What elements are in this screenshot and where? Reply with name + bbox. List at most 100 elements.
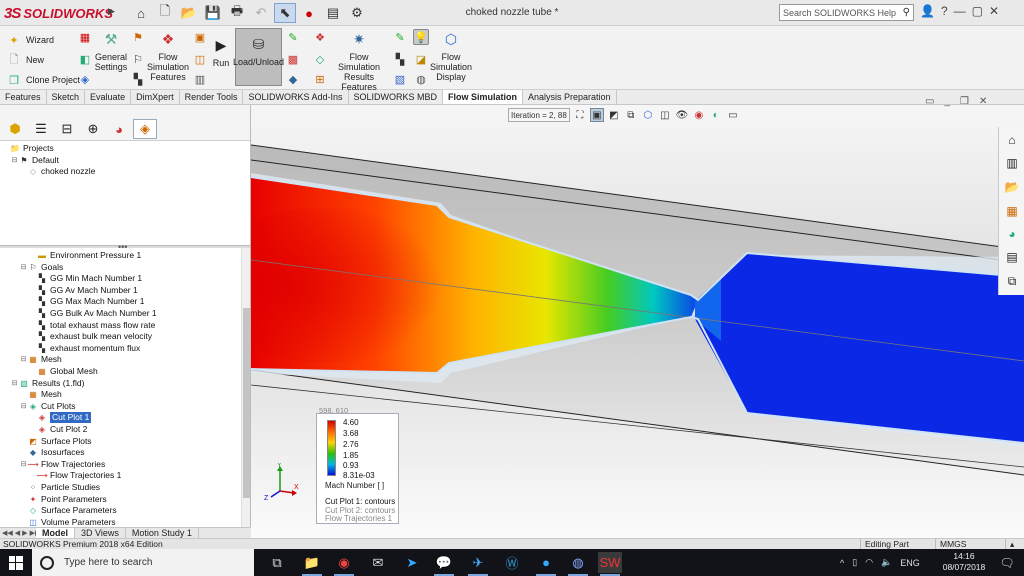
view-settings-icon[interactable]: ▭ (726, 108, 740, 122)
tree-node[interactable]: ▚ GG Max Mach Number 1 (29, 296, 145, 307)
user-icon[interactable]: 👤 (920, 4, 935, 18)
display-manager-tab-icon[interactable]: ◕ (107, 119, 131, 139)
edit-appearance-icon[interactable]: ◉ (692, 108, 706, 122)
solidworks-taskbar-icon[interactable]: SW (598, 552, 622, 576)
chrome-taskbar-icon[interactable]: ◉ (332, 552, 356, 576)
appearances-icon[interactable]: ◕ (1002, 224, 1022, 244)
rebuild-traffic-light-icon[interactable]: ● (298, 3, 320, 23)
bottom-tab-model[interactable]: Model (36, 528, 75, 538)
run-button[interactable]: ▶ Run (210, 34, 232, 68)
task-pane-home-icon[interactable]: ⌂ (1002, 130, 1022, 150)
property-manager-tab-icon[interactable]: ☰ (29, 119, 53, 139)
tree-node[interactable]: ▚ GG Av Mach Number 1 (29, 285, 138, 296)
bottom-tab-3d-views[interactable]: 3D Views (75, 528, 126, 538)
next-tab-icon[interactable]: ▶ (22, 529, 27, 537)
viewport-restore-icon[interactable]: ❐ (960, 96, 969, 107)
prev-tab-icon[interactable]: ◀ (15, 529, 20, 537)
dimxpert-tab-icon[interactable]: ⊕ (81, 119, 105, 139)
status-options-icon[interactable]: ▴ (1005, 539, 1014, 549)
new-project-button[interactable]: 🗋 New (6, 52, 44, 68)
viewport-minimize-icon[interactable]: _ (944, 96, 950, 107)
expand-toggle-icon[interactable]: ⊟ (20, 401, 27, 412)
tree-scrollbar[interactable] (241, 248, 250, 527)
goals-icon[interactable]: ⚐ (130, 51, 146, 67)
select-pointer-icon[interactable]: ⬉ (274, 3, 296, 23)
clone-project-button[interactable]: ❐ Clone Project (6, 72, 80, 88)
animation-icon[interactable]: ✎ (392, 29, 408, 45)
wechat-taskbar-icon[interactable]: 💬 (432, 552, 456, 576)
configuration-manager-tab-icon[interactable]: ⊟ (55, 119, 79, 139)
tab-evaluate[interactable]: Evaluate (85, 90, 132, 104)
tab-features[interactable]: Features (0, 90, 47, 104)
file-explorer-icon[interactable]: 📂 (1002, 177, 1022, 197)
tray-overflow-icon[interactable]: ^ (840, 558, 844, 568)
help-icon[interactable]: ? (941, 4, 948, 18)
goals-plot-icon[interactable]: ▚ (392, 51, 408, 67)
help-search-box[interactable]: Search SOLIDWORKS Help ⚲ (779, 4, 914, 21)
tree-node[interactable]: ⟿ Flow Trajectories 1 (29, 470, 121, 481)
restore-icon[interactable]: ▢ (972, 4, 983, 18)
apply-scene-icon[interactable]: ◐ (709, 108, 723, 122)
task-view-icon[interactable]: ⧉ (265, 552, 289, 573)
tree-node[interactable]: ◫ Volume Parameters (20, 517, 115, 527)
computational-domain-icon[interactable]: ▦ (77, 29, 93, 45)
save-icon[interactable]: 💾 (202, 3, 224, 23)
network-icon[interactable]: ▯ (852, 557, 857, 568)
show-mesh-icon[interactable]: ◫ (192, 51, 208, 67)
flow-simulation-tab-icon[interactable]: ◈ (133, 119, 157, 139)
display-style-icon[interactable]: ◫ (658, 108, 672, 122)
expand-toggle-icon[interactable]: ⊟ (11, 378, 18, 389)
tree-node[interactable]: ⊟ ▧ Results (1.fld) (11, 378, 85, 389)
search-icon[interactable]: ⚲ (900, 7, 913, 18)
file-properties-icon[interactable]: ▤ (322, 3, 344, 23)
wordpress-taskbar-icon[interactable]: Ⓦ (500, 552, 524, 573)
options-gear-icon[interactable]: ⚙ (346, 3, 368, 23)
transparency-icon[interactable]: ◍ (413, 71, 429, 87)
first-tab-icon[interactable]: ◀◀ (2, 529, 13, 537)
bottom-tab-motion-study-1[interactable]: Motion Study 1 (126, 528, 199, 538)
calc-control-icon[interactable]: ◈ (77, 71, 93, 87)
bird-app-taskbar-icon[interactable]: ✈ (466, 552, 490, 576)
mail-taskbar-icon[interactable]: ✉ (366, 552, 390, 573)
tree-node[interactable]: ◇ Surface Parameters (20, 505, 117, 516)
wifi-icon[interactable]: ◠ (865, 557, 873, 568)
tree-node[interactable]: ▚ total exhaust mass flow rate (29, 320, 155, 331)
tree-node[interactable]: ◈ Cut Plot 2 (29, 424, 87, 435)
tree-node[interactable]: ▚ exhaust momentum flux (29, 343, 140, 354)
search-input[interactable]: Search SOLIDWORKS Help (783, 8, 900, 18)
unit-system-status[interactable]: MMGS (935, 539, 966, 549)
tree-node[interactable]: ▚ GG Min Mach Number 1 (29, 273, 142, 284)
dynamic-annotation-icon[interactable]: ⧉ (624, 108, 638, 122)
flow-simulation-display-button[interactable]: ⬡ Flow Simulation Display (430, 28, 472, 82)
tree-node[interactable]: ▦ Mesh (20, 389, 62, 400)
tree-node[interactable]: 📁 Projects (2, 143, 54, 154)
close-icon[interactable]: ✕ (989, 4, 999, 18)
action-center-icon[interactable]: 🗨 (995, 552, 1019, 573)
load-unload-button[interactable]: ⛁ Load/Unload (233, 28, 284, 86)
display-mode-icon[interactable]: ◪ (413, 51, 429, 67)
tree-node[interactable]: ⊟ ⚐ Goals (20, 262, 64, 273)
tab-solidworks-mbd[interactable]: SOLIDWORKS MBD (349, 90, 444, 104)
tree-node[interactable]: ⊟ ⚑ Default (11, 155, 59, 166)
hide-show-items-icon[interactable]: 👁 (675, 108, 689, 122)
checker-flag-icon[interactable]: ▚ (130, 71, 146, 87)
report-icon[interactable]: ▧ (392, 71, 408, 87)
custom-properties-icon[interactable]: ▤ (1002, 247, 1022, 267)
open-folder-icon[interactable]: 📂 (178, 3, 200, 23)
tree-node[interactable]: ◈ Cut Plot 1 (29, 412, 92, 424)
point-param-tool-icon[interactable]: ◇ (312, 51, 328, 67)
tab-sketch[interactable]: Sketch (47, 90, 86, 104)
tree-splitter[interactable]: ••• (0, 242, 250, 252)
taskbar-search-box[interactable]: Type here to search (32, 549, 254, 576)
tree-node[interactable]: ◆ Isosurfaces (20, 447, 85, 458)
input-language[interactable]: ENG (900, 558, 920, 568)
isosurface-tool-icon[interactable]: ◆ (285, 71, 301, 87)
volume-icon[interactable]: 🔈 (881, 557, 892, 568)
xy-plot-tool-icon[interactable]: ⊞ (312, 71, 328, 87)
mesh-settings-icon[interactable]: ▣ (192, 29, 208, 45)
boundary-condition-icon[interactable]: ⚑ (130, 29, 146, 45)
solidworks-logo[interactable]: 3S SOLIDWORKS (4, 4, 113, 22)
general-settings-button[interactable]: ⚒ General Settings (95, 28, 128, 72)
expand-toggle-icon[interactable]: ⊟ (20, 459, 27, 470)
app-taskbar-icon[interactable]: ● (534, 552, 558, 576)
